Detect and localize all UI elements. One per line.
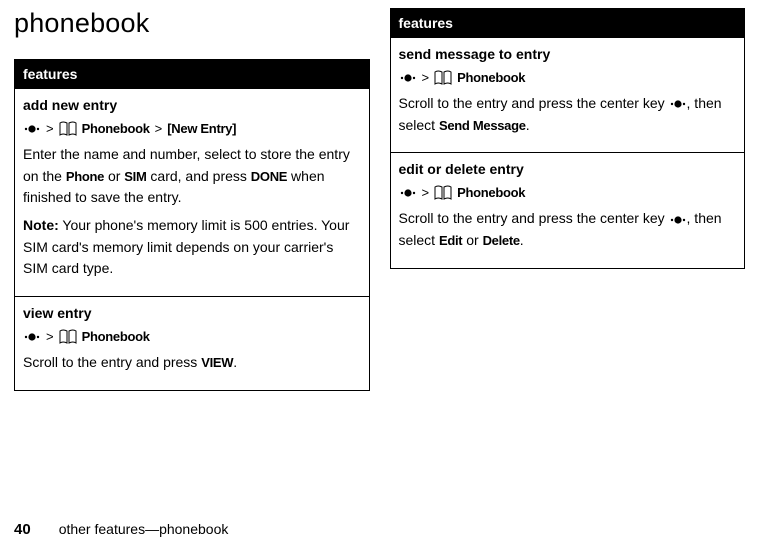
phonebook-label: Phonebook <box>82 121 150 136</box>
nav-path: > Phonebook > [New Entry] <box>23 121 361 136</box>
footer-section: other features—phonebook <box>59 521 229 537</box>
row-title: view entry <box>23 305 361 321</box>
row-title: send message to entry <box>399 46 737 62</box>
text: . <box>526 117 530 133</box>
text: Scroll to the entry and press <box>23 354 201 370</box>
phonebook-icon <box>59 121 77 136</box>
instruction-text: Enter the name and number, select to sto… <box>23 144 361 280</box>
text: . <box>233 354 237 370</box>
phonebook-label: Phonebook <box>457 185 525 200</box>
page-title: phonebook <box>14 8 370 39</box>
delete-label: Delete <box>483 233 520 248</box>
instruction-text: Scroll to the entry and press the center… <box>399 208 737 251</box>
row-send-message: send message to entry > Phonebook Scroll… <box>391 37 745 152</box>
instruction-text: Scroll to the entry and press the center… <box>399 93 737 136</box>
text: or <box>462 232 482 248</box>
send-message-label: Send Message <box>439 118 526 133</box>
text: Scroll to the entry and press the center… <box>399 210 669 226</box>
row-title: add new entry <box>23 97 361 113</box>
text: card, and press <box>147 168 251 184</box>
center-key-icon <box>669 98 687 110</box>
center-key-icon <box>399 187 417 199</box>
center-key-icon <box>399 72 417 84</box>
instruction-text: Scroll to the entry and press VIEW. <box>23 352 361 374</box>
separator: > <box>422 70 430 85</box>
table-header: features <box>391 9 745 37</box>
phonebook-label: Phonebook <box>457 70 525 85</box>
done-label: DONE <box>251 169 287 184</box>
separator: > <box>46 329 54 344</box>
separator: > <box>422 185 430 200</box>
sim-label: SIM <box>124 169 146 184</box>
phonebook-icon <box>434 70 452 85</box>
nav-path: > Phonebook <box>399 185 737 200</box>
text: . <box>520 232 524 248</box>
row-edit-delete: edit or delete entry > Phonebook Scroll … <box>391 152 745 267</box>
note-label: Note: <box>23 217 59 233</box>
page-number: 40 <box>14 521 31 538</box>
row-title: edit or delete entry <box>399 161 737 177</box>
view-label: VIEW <box>201 355 233 370</box>
edit-label: Edit <box>439 233 462 248</box>
features-table-right: features send message to entry > Phonebo… <box>390 8 746 269</box>
nav-path: > Phonebook <box>23 329 361 344</box>
features-table-left: features add new entry > Phonebook > [Ne… <box>14 59 370 391</box>
separator: > <box>46 121 54 136</box>
text: or <box>104 168 124 184</box>
center-key-icon <box>23 123 41 135</box>
new-entry-label: [New Entry] <box>167 121 236 136</box>
page-footer: 40 other features—phonebook <box>14 521 228 538</box>
row-add-new-entry: add new entry > Phonebook > [New Entry] <box>15 88 369 296</box>
phonebook-icon <box>59 329 77 344</box>
note-text: Your phone's memory limit is 500 entries… <box>23 217 349 276</box>
phone-label: Phone <box>66 169 104 184</box>
row-view-entry: view entry > Phonebook Scroll to the ent… <box>15 296 369 390</box>
center-key-icon <box>669 214 687 226</box>
phonebook-label: Phonebook <box>82 329 150 344</box>
text: Scroll to the entry and press the center… <box>399 95 669 111</box>
table-header: features <box>15 60 369 88</box>
nav-path: > Phonebook <box>399 70 737 85</box>
phonebook-icon <box>434 185 452 200</box>
center-key-icon <box>23 331 41 343</box>
separator: > <box>155 121 163 136</box>
